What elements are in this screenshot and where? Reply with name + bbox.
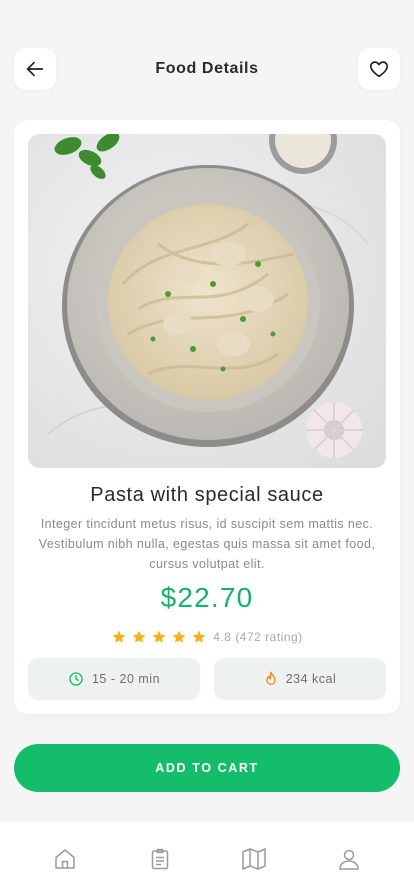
star-icon <box>132 630 146 643</box>
nav-profile[interactable] <box>325 835 373 883</box>
bottom-nav <box>0 822 414 896</box>
header: Food Details <box>14 48 400 90</box>
star-icon <box>172 630 186 643</box>
food-price: $22.70 <box>160 582 254 613</box>
home-icon <box>55 849 75 869</box>
heart-icon <box>370 61 388 78</box>
clock-icon <box>69 672 83 686</box>
page-title: Food Details <box>155 60 259 77</box>
star-icon <box>112 630 126 643</box>
profile-icon <box>338 849 359 870</box>
food-card: Pasta with special sauce Integer tincidu… <box>14 120 400 714</box>
food-image <box>28 134 386 468</box>
star-icon <box>152 630 166 643</box>
prep-time-text: 15 - 20 min <box>91 672 161 686</box>
calories-text: 234 kcal <box>285 672 337 686</box>
nav-orders[interactable] <box>136 835 184 883</box>
flame-icon <box>266 671 276 685</box>
food-description: Integer tincidunt metus risus, id suscip… <box>38 517 376 571</box>
favorite-button[interactable] <box>358 48 400 90</box>
back-button[interactable] <box>14 48 56 90</box>
add-to-cart-button[interactable]: ADD TO CART <box>14 744 400 792</box>
rating-text: 4.8 (472 rating) <box>213 630 303 644</box>
map-icon <box>242 848 266 870</box>
clipboard-icon <box>151 848 168 870</box>
nav-map[interactable] <box>230 835 278 883</box>
calories-pill: 234 kcal <box>214 658 386 700</box>
star-icon <box>192 630 206 643</box>
food-title: Pasta with special sauce <box>90 484 324 506</box>
arrow-left-icon <box>26 61 44 77</box>
prep-time-pill: 15 - 20 min <box>28 658 200 700</box>
nav-home[interactable] <box>41 835 89 883</box>
rating-row: 4.8 (472 rating) <box>14 628 400 646</box>
